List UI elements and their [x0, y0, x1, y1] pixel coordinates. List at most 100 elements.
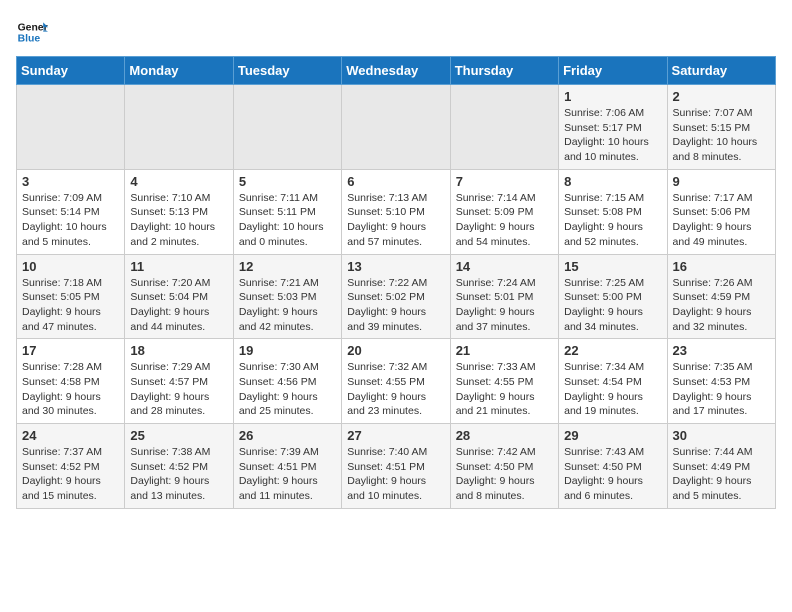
weekday-header: Friday	[559, 57, 667, 85]
day-number: 17	[22, 343, 119, 358]
day-info: Sunrise: 7:26 AM Sunset: 4:59 PM Dayligh…	[673, 276, 770, 335]
calendar-week-row: 24 Sunrise: 7:37 AM Sunset: 4:52 PM Dayli…	[17, 424, 776, 509]
calendar-cell: 6 Sunrise: 7:13 AM Sunset: 5:10 PM Daylig…	[342, 169, 450, 254]
calendar-cell: 28 Sunrise: 7:42 AM Sunset: 4:50 PM Dayli…	[450, 424, 558, 509]
day-number: 24	[22, 428, 119, 443]
calendar-cell	[233, 85, 341, 170]
calendar-cell: 12Sunrise: 7:21 AM Sunset: 5:03 PM Dayli…	[233, 254, 341, 339]
calendar-header: SundayMondayTuesdayWednesdayThursdayFrid…	[17, 57, 776, 85]
day-number: 29	[564, 428, 661, 443]
day-number: 9	[673, 174, 770, 189]
day-info: Sunrise: 7:18 AM Sunset: 5:05 PM Dayligh…	[22, 276, 119, 335]
calendar-cell: 3Sunrise: 7:09 AM Sunset: 5:14 PM Daylig…	[17, 169, 125, 254]
calendar-cell: 19 Sunrise: 7:30 AM Sunset: 4:56 PM Dayli…	[233, 339, 341, 424]
day-info: Sunrise: 7:17 AM Sunset: 5:06 PM Dayligh…	[673, 191, 770, 250]
day-number: 3	[22, 174, 119, 189]
day-number: 8	[564, 174, 661, 189]
calendar-cell: 8 Sunrise: 7:15 AM Sunset: 5:08 PM Daylig…	[559, 169, 667, 254]
day-info: Sunrise: 7:10 AM Sunset: 5:13 PM Dayligh…	[130, 191, 227, 250]
weekday-header: Wednesday	[342, 57, 450, 85]
day-number: 25	[130, 428, 227, 443]
page-header: General Blue	[16, 16, 776, 48]
day-info: Sunrise: 7:40 AM Sunset: 4:51 PM Dayligh…	[347, 445, 444, 504]
day-number: 10	[22, 259, 119, 274]
day-info: Sunrise: 7:30 AM Sunset: 4:56 PM Dayligh…	[239, 360, 336, 419]
day-info: Sunrise: 7:33 AM Sunset: 4:55 PM Dayligh…	[456, 360, 553, 419]
svg-text:Blue: Blue	[18, 34, 41, 45]
day-number: 28	[456, 428, 553, 443]
day-info: Sunrise: 7:37 AM Sunset: 4:52 PM Dayligh…	[22, 445, 119, 504]
calendar-week-row: 3Sunrise: 7:09 AM Sunset: 5:14 PM Daylig…	[17, 169, 776, 254]
day-number: 2	[673, 89, 770, 104]
day-number: 4	[130, 174, 227, 189]
day-info: Sunrise: 7:42 AM Sunset: 4:50 PM Dayligh…	[456, 445, 553, 504]
day-info: Sunrise: 7:39 AM Sunset: 4:51 PM Dayligh…	[239, 445, 336, 504]
day-info: Sunrise: 7:34 AM Sunset: 4:54 PM Dayligh…	[564, 360, 661, 419]
calendar-cell: 24 Sunrise: 7:37 AM Sunset: 4:52 PM Dayli…	[17, 424, 125, 509]
day-number: 6	[347, 174, 444, 189]
calendar-cell: 16Sunrise: 7:26 AM Sunset: 4:59 PM Dayli…	[667, 254, 775, 339]
calendar-cell: 30Sunrise: 7:44 AM Sunset: 4:49 PM Dayli…	[667, 424, 775, 509]
day-info: Sunrise: 7:11 AM Sunset: 5:11 PM Dayligh…	[239, 191, 336, 250]
day-info: Sunrise: 7:38 AM Sunset: 4:52 PM Dayligh…	[130, 445, 227, 504]
calendar-cell: 22Sunrise: 7:34 AM Sunset: 4:54 PM Dayli…	[559, 339, 667, 424]
calendar-cell: 1Sunrise: 7:06 AM Sunset: 5:17 PM Daylig…	[559, 85, 667, 170]
day-info: Sunrise: 7:22 AM Sunset: 5:02 PM Dayligh…	[347, 276, 444, 335]
day-info: Sunrise: 7:24 AM Sunset: 5:01 PM Dayligh…	[456, 276, 553, 335]
day-info: Sunrise: 7:29 AM Sunset: 4:57 PM Dayligh…	[130, 360, 227, 419]
day-info: Sunrise: 7:35 AM Sunset: 4:53 PM Dayligh…	[673, 360, 770, 419]
calendar-cell: 29 Sunrise: 7:43 AM Sunset: 4:50 PM Dayli…	[559, 424, 667, 509]
weekday-header: Monday	[125, 57, 233, 85]
day-number: 27	[347, 428, 444, 443]
calendar-cell: 15 Sunrise: 7:25 AM Sunset: 5:00 PM Dayli…	[559, 254, 667, 339]
calendar-cell: 2Sunrise: 7:07 AM Sunset: 5:15 PM Daylig…	[667, 85, 775, 170]
weekday-header: Thursday	[450, 57, 558, 85]
calendar-cell	[17, 85, 125, 170]
day-number: 30	[673, 428, 770, 443]
calendar-cell: 9 Sunrise: 7:17 AM Sunset: 5:06 PM Daylig…	[667, 169, 775, 254]
calendar-cell: 18Sunrise: 7:29 AM Sunset: 4:57 PM Dayli…	[125, 339, 233, 424]
day-info: Sunrise: 7:13 AM Sunset: 5:10 PM Dayligh…	[347, 191, 444, 250]
calendar-week-row: 10 Sunrise: 7:18 AM Sunset: 5:05 PM Dayli…	[17, 254, 776, 339]
calendar-cell: 27 Sunrise: 7:40 AM Sunset: 4:51 PM Dayli…	[342, 424, 450, 509]
day-number: 14	[456, 259, 553, 274]
calendar-cell: 7 Sunrise: 7:14 AM Sunset: 5:09 PM Daylig…	[450, 169, 558, 254]
day-number: 20	[347, 343, 444, 358]
calendar-cell: 10 Sunrise: 7:18 AM Sunset: 5:05 PM Dayli…	[17, 254, 125, 339]
calendar-cell: 5 Sunrise: 7:11 AM Sunset: 5:11 PM Daylig…	[233, 169, 341, 254]
day-number: 11	[130, 259, 227, 274]
calendar-cell: 20 Sunrise: 7:32 AM Sunset: 4:55 PM Dayli…	[342, 339, 450, 424]
day-number: 26	[239, 428, 336, 443]
day-info: Sunrise: 7:43 AM Sunset: 4:50 PM Dayligh…	[564, 445, 661, 504]
calendar-cell: 14 Sunrise: 7:24 AM Sunset: 5:01 PM Dayli…	[450, 254, 558, 339]
day-number: 19	[239, 343, 336, 358]
calendar-cell: 26 Sunrise: 7:39 AM Sunset: 4:51 PM Dayli…	[233, 424, 341, 509]
day-info: Sunrise: 7:14 AM Sunset: 5:09 PM Dayligh…	[456, 191, 553, 250]
calendar-body: 1Sunrise: 7:06 AM Sunset: 5:17 PM Daylig…	[17, 85, 776, 509]
calendar-week-row: 1Sunrise: 7:06 AM Sunset: 5:17 PM Daylig…	[17, 85, 776, 170]
logo-icon: General Blue	[16, 16, 48, 48]
day-number: 7	[456, 174, 553, 189]
day-info: Sunrise: 7:15 AM Sunset: 5:08 PM Dayligh…	[564, 191, 661, 250]
day-number: 21	[456, 343, 553, 358]
day-number: 23	[673, 343, 770, 358]
calendar-cell: 13Sunrise: 7:22 AM Sunset: 5:02 PM Dayli…	[342, 254, 450, 339]
calendar-week-row: 17 Sunrise: 7:28 AM Sunset: 4:58 PM Dayli…	[17, 339, 776, 424]
header-row: SundayMondayTuesdayWednesdayThursdayFrid…	[17, 57, 776, 85]
logo: General Blue	[16, 16, 48, 48]
day-number: 12	[239, 259, 336, 274]
calendar-cell: 23 Sunrise: 7:35 AM Sunset: 4:53 PM Dayli…	[667, 339, 775, 424]
day-info: Sunrise: 7:25 AM Sunset: 5:00 PM Dayligh…	[564, 276, 661, 335]
day-number: 15	[564, 259, 661, 274]
calendar-cell: 11 Sunrise: 7:20 AM Sunset: 5:04 PM Dayli…	[125, 254, 233, 339]
weekday-header: Saturday	[667, 57, 775, 85]
calendar-cell	[125, 85, 233, 170]
weekday-header: Tuesday	[233, 57, 341, 85]
day-info: Sunrise: 7:28 AM Sunset: 4:58 PM Dayligh…	[22, 360, 119, 419]
day-info: Sunrise: 7:20 AM Sunset: 5:04 PM Dayligh…	[130, 276, 227, 335]
calendar-cell	[342, 85, 450, 170]
calendar-cell	[450, 85, 558, 170]
day-number: 1	[564, 89, 661, 104]
day-number: 5	[239, 174, 336, 189]
day-info: Sunrise: 7:32 AM Sunset: 4:55 PM Dayligh…	[347, 360, 444, 419]
